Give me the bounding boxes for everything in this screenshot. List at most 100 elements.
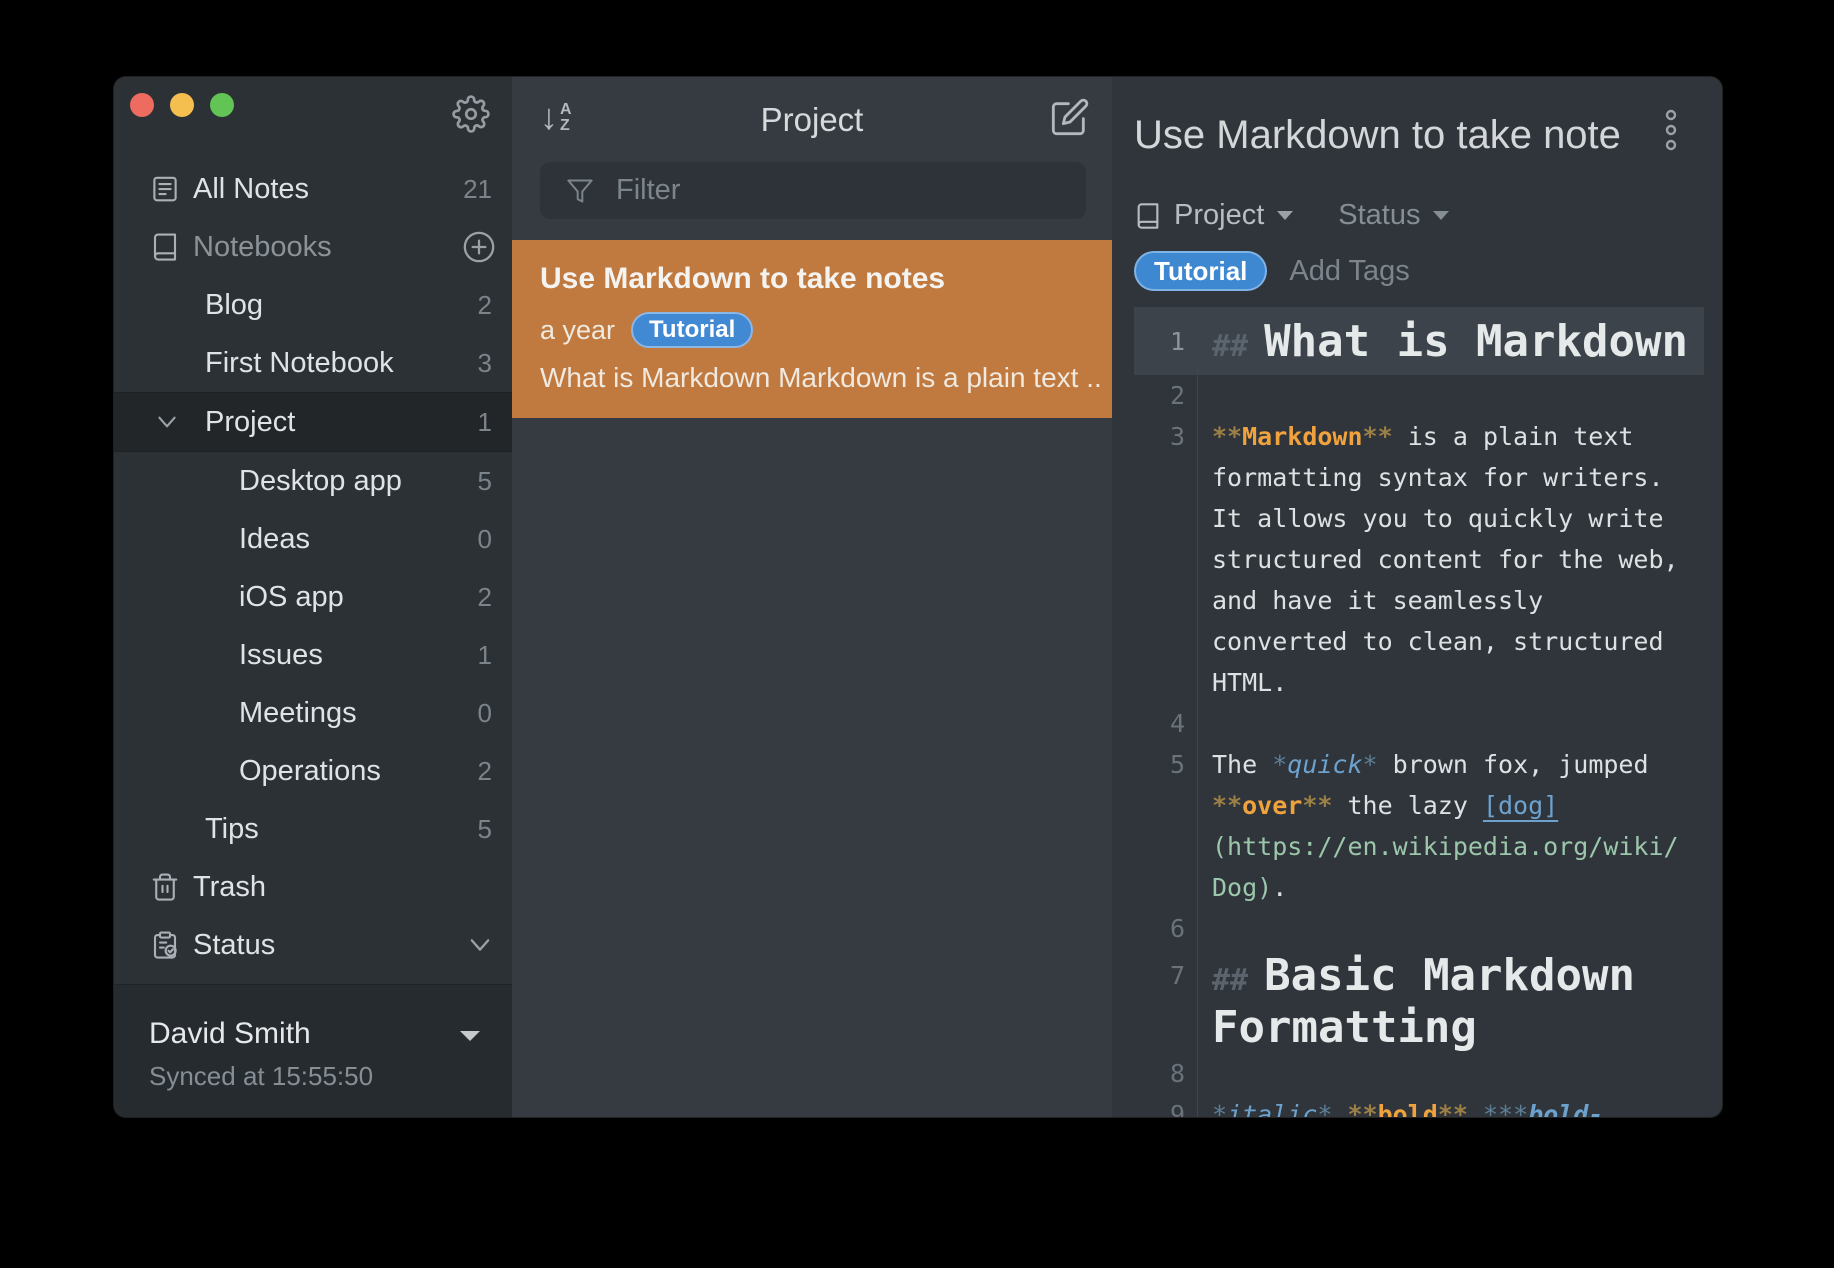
editor-line[interactable]: structured content for the web, — [1134, 539, 1704, 580]
editor-line[interactable]: 2 — [1134, 375, 1704, 416]
zoom-window-button[interactable] — [210, 93, 234, 117]
editor-line-text: It allows you to quickly write — [1198, 504, 1664, 533]
line-number — [1134, 621, 1198, 662]
sidebar-item-operations[interactable]: Operations 2 — [114, 742, 512, 800]
sidebar-item-desktop-app[interactable]: Desktop app5 — [114, 452, 512, 510]
new-note-button[interactable] — [1050, 97, 1090, 137]
editor-line-text: Dog). — [1198, 873, 1287, 902]
line-number: 5 — [1134, 744, 1198, 785]
sidebar-item-first-notebook[interactable]: First Notebook3 — [114, 334, 512, 392]
sidebar-item-ios-app[interactable]: iOS app2 — [114, 568, 512, 626]
note-item-tag-badge[interactable]: Tutorial — [631, 312, 753, 348]
note-title[interactable]: Use Markdown to take note — [1134, 113, 1652, 158]
note-count-badge: 2 — [478, 756, 492, 787]
editor-line[interactable]: formatting syntax for writers. — [1134, 457, 1704, 498]
minimize-window-button[interactable] — [170, 93, 194, 117]
note-count-badge: 1 — [478, 640, 492, 671]
note-count-badge: 21 — [463, 174, 492, 205]
tag-pill[interactable]: Tutorial — [1134, 251, 1267, 291]
sidebar-item-label: Trash — [193, 871, 266, 904]
editor-line-text: Formatting — [1198, 1002, 1477, 1053]
editor-line[interactable]: 1##What is Markdown — [1134, 307, 1704, 375]
note-item-preview: What is Markdown Markdown is a plain tex… — [540, 362, 1102, 394]
editor-line-text: ##What is Markdown — [1198, 316, 1688, 367]
editor-line[interactable]: **over** the lazy [dog] — [1134, 785, 1704, 826]
line-number — [1134, 867, 1198, 908]
editor-line[interactable]: 9*italic* **bold** ***bold- — [1134, 1094, 1704, 1117]
notebook-icon — [150, 232, 180, 262]
editor-line[interactable]: (https://en.wikipedia.org/wiki/ — [1134, 826, 1704, 867]
chevron-down-icon[interactable] — [154, 409, 180, 435]
note-menu-kebab-icon[interactable] — [1662, 109, 1680, 153]
note-count-badge: 5 — [478, 814, 492, 845]
editor-line[interactable]: It allows you to quickly write — [1134, 498, 1704, 539]
sidebar-navigation: All Notes21NotebooksBlog2First Notebook3… — [114, 160, 512, 974]
editor-line-text: formatting syntax for writers. — [1198, 463, 1664, 492]
line-number — [1134, 539, 1198, 580]
sidebar-item-meetings[interactable]: Meetings0 — [114, 684, 512, 742]
note-count-badge: 2 — [478, 290, 492, 321]
editor-line[interactable]: Dog). — [1134, 867, 1704, 908]
sync-status-text: Synced at 15:55:50 — [149, 1061, 373, 1092]
note-list-panel: ↓ AZ Project Filter Use Markdown to take… — [512, 77, 1112, 1117]
sidebar-item-blog[interactable]: Blog2 — [114, 276, 512, 334]
account-dropdown-caret-icon[interactable] — [458, 1029, 482, 1045]
note-list-title: Project — [512, 101, 1112, 139]
sidebar-item-trash[interactable]: Trash — [114, 858, 512, 916]
markdown-editor[interactable]: 1##What is Markdown23**Markdown** is a p… — [1112, 307, 1722, 1117]
sidebar-item-all-notes[interactable]: All Notes 21 — [114, 160, 512, 218]
line-number — [1134, 457, 1198, 498]
editor-line[interactable]: 3**Markdown** is a plain text — [1134, 416, 1704, 457]
editor-line[interactable]: 6 — [1134, 908, 1704, 949]
editor-line[interactable]: Formatting — [1134, 1001, 1704, 1053]
account-section[interactable]: David Smith Synced at 15:55:50 — [114, 984, 512, 1117]
sidebar-item-tips[interactable]: Tips 5 — [114, 800, 512, 858]
note-count-badge: 3 — [478, 348, 492, 379]
add-notebook-button[interactable] — [462, 230, 496, 264]
line-number — [1134, 1001, 1198, 1053]
notebook-selector[interactable]: Project — [1174, 199, 1264, 232]
line-number: 8 — [1134, 1053, 1198, 1094]
sidebar-item-label: Status — [193, 929, 275, 962]
sidebar-item-notebooks[interactable]: Notebooks — [114, 218, 512, 276]
editor-line[interactable]: 5The *quick* brown fox, jumped — [1134, 744, 1704, 785]
note-item-age: a year — [540, 315, 615, 346]
editor-line[interactable]: 8 — [1134, 1053, 1704, 1094]
sidebar-item-label: iOS app — [239, 581, 344, 614]
sidebar-item-status[interactable]: Status — [114, 916, 512, 974]
line-number: 4 — [1134, 703, 1198, 744]
add-tags-button[interactable]: Add Tags — [1289, 255, 1409, 288]
sidebar-item-issues[interactable]: Issues 1 — [114, 626, 512, 684]
line-number — [1134, 498, 1198, 539]
note-list-item-selected[interactable]: Use Markdown to take notes a year Tutori… — [512, 240, 1112, 418]
filter-input[interactable]: Filter — [540, 162, 1086, 219]
sidebar-item-label: All Notes — [193, 173, 309, 206]
note-count-badge: 5 — [478, 466, 492, 497]
editor-line[interactable]: and have it seamlessly — [1134, 580, 1704, 621]
editor-panel: Use Markdown to take note Project Status — [1112, 77, 1722, 1117]
sidebar-item-ideas[interactable]: Ideas0 — [114, 510, 512, 568]
sidebar-item-label: Issues — [239, 639, 323, 672]
line-number: 6 — [1134, 908, 1198, 949]
editor-line-text: **Markdown** is a plain text — [1198, 422, 1633, 451]
editor-line-text: *italic* **bold** ***bold- — [1198, 1100, 1603, 1117]
editor-line-text: **over** the lazy [dog] — [1198, 791, 1558, 820]
filter-placeholder: Filter — [616, 174, 680, 207]
chevron-down-icon[interactable] — [466, 931, 494, 959]
filter-funnel-icon — [566, 177, 594, 205]
status-caret-icon[interactable] — [1432, 210, 1450, 222]
sidebar-item-label: Operations — [239, 755, 381, 788]
editor-line[interactable]: HTML. — [1134, 662, 1704, 703]
editor-line-text: and have it seamlessly — [1198, 586, 1543, 615]
sidebar-item-label: Tips — [205, 813, 259, 846]
editor-line[interactable]: converted to clean, structured — [1134, 621, 1704, 662]
status-selector[interactable]: Status — [1338, 199, 1420, 232]
notebook-caret-icon[interactable] — [1276, 210, 1294, 222]
settings-gear-icon[interactable] — [452, 95, 490, 133]
sidebar-item-project[interactable]: Project1 — [114, 392, 512, 452]
close-window-button[interactable] — [130, 93, 154, 117]
sidebar-item-label: Ideas — [239, 523, 310, 556]
editor-line[interactable]: 7##Basic Markdown — [1134, 949, 1704, 1001]
editor-line[interactable]: 4 — [1134, 703, 1704, 744]
note-count-badge: 1 — [478, 407, 492, 438]
